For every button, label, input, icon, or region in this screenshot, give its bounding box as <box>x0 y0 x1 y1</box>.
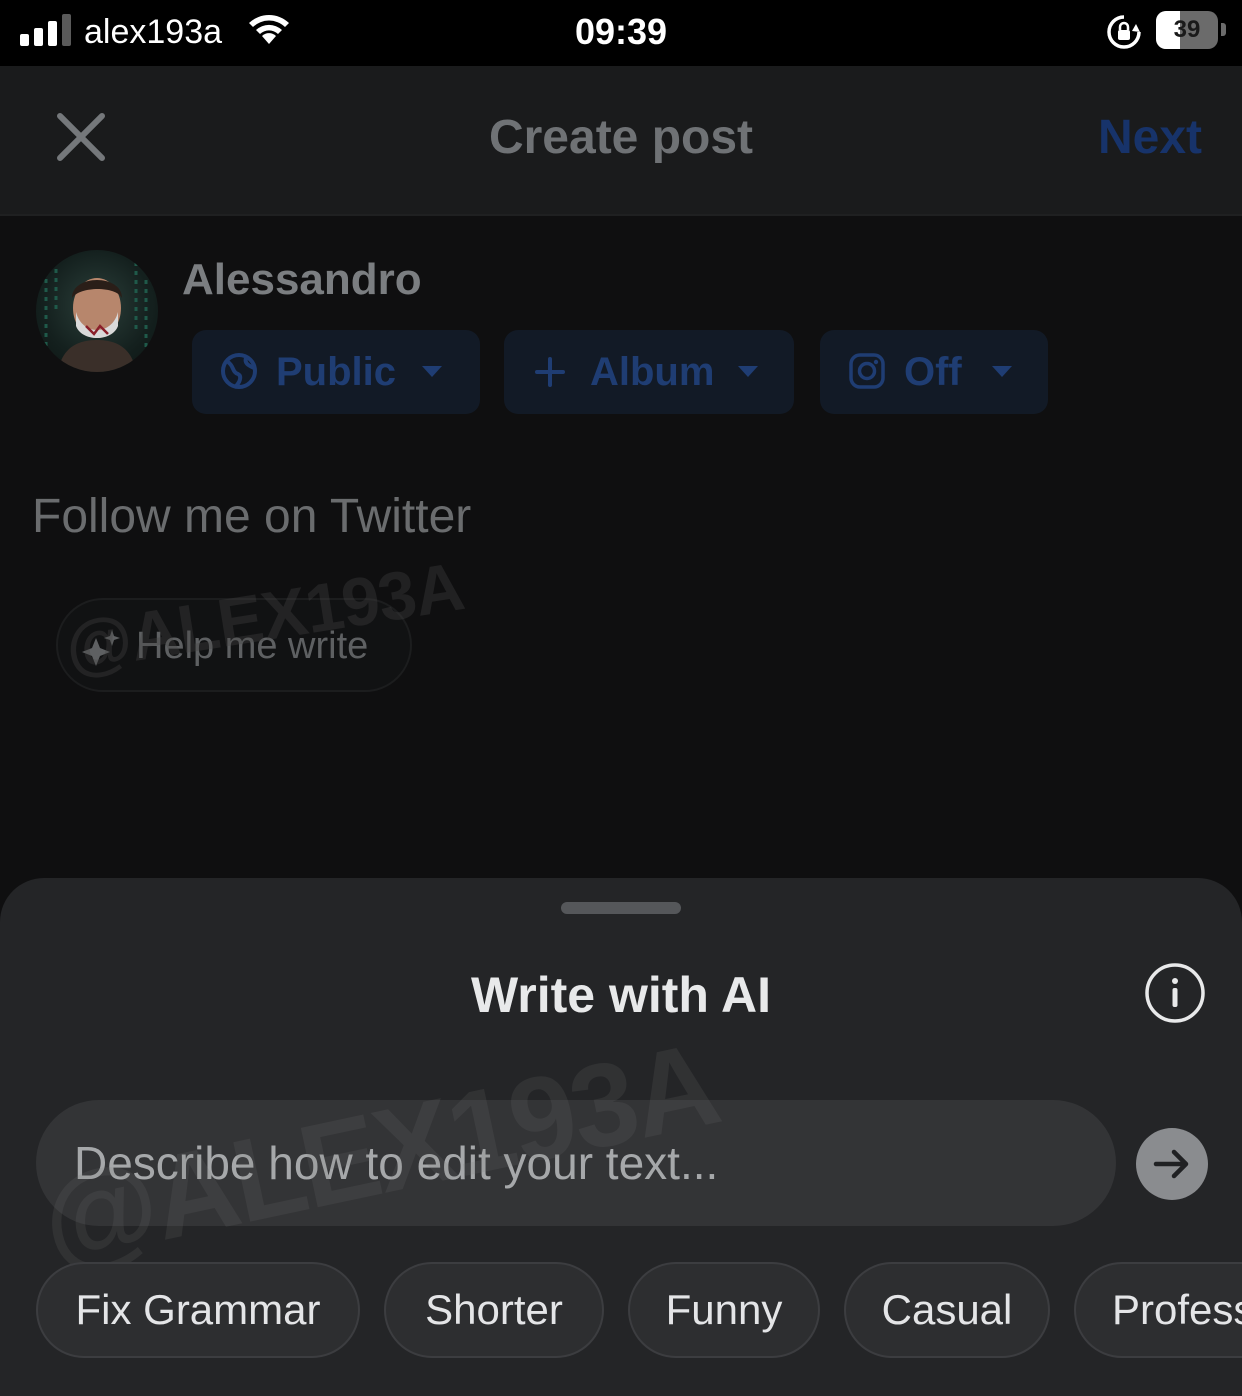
instagram-share-toggle[interactable]: Off <box>820 330 1048 414</box>
send-button[interactable] <box>1136 1128 1208 1200</box>
info-icon[interactable] <box>1144 962 1206 1024</box>
chevron-down-icon <box>992 366 1012 377</box>
arrow-right-icon <box>1153 1149 1189 1179</box>
author-name: Alessandro <box>182 255 422 304</box>
chevron-down-icon <box>738 366 758 377</box>
battery-tip <box>1221 23 1226 36</box>
audience-selector[interactable]: Public <box>192 330 480 414</box>
chevron-down-icon <box>422 366 442 377</box>
suggestion-professional[interactable]: Profess <box>1074 1262 1242 1358</box>
next-button[interactable]: Next <box>1098 110 1202 166</box>
avatar-illustration <box>44 260 148 372</box>
sheet-grabber[interactable] <box>561 902 681 914</box>
status-bar: alex193a 09:39 39 <box>0 0 1242 66</box>
audience-label: Public <box>276 350 397 394</box>
post-composer: Alessandro Public Album Off Follow me on <box>0 218 1242 880</box>
edit-instruction-input[interactable] <box>36 1100 1116 1226</box>
create-post-header: Create post Next <box>0 66 1242 216</box>
album-label: Album <box>590 350 715 394</box>
sheet-title: Write with AI <box>471 967 771 1023</box>
instagram-icon <box>849 353 885 389</box>
battery-level: 39 <box>1173 16 1201 43</box>
clock: 09:39 <box>574 11 668 52</box>
suggestion-fix-grammar[interactable]: Fix Grammar <box>36 1262 360 1358</box>
suggestion-shorter[interactable]: Shorter <box>384 1262 604 1358</box>
globe-icon <box>221 353 257 389</box>
instagram-label: Off <box>904 350 962 394</box>
suggestion-casual[interactable]: Casual <box>844 1262 1050 1358</box>
page-title: Create post <box>488 111 754 164</box>
rotation-lock-icon <box>1107 15 1141 49</box>
album-selector[interactable]: Album <box>504 330 794 414</box>
avatar[interactable] <box>36 250 158 372</box>
write-with-ai-sheet: Write with AI @ALEX193A Fix Grammar Shor… <box>0 878 1242 1396</box>
plus-icon <box>535 357 565 387</box>
suggestion-funny[interactable]: Funny <box>628 1262 820 1358</box>
battery-icon: 39 <box>1156 11 1218 49</box>
post-text[interactable]: Follow me on Twitter <box>32 488 471 546</box>
